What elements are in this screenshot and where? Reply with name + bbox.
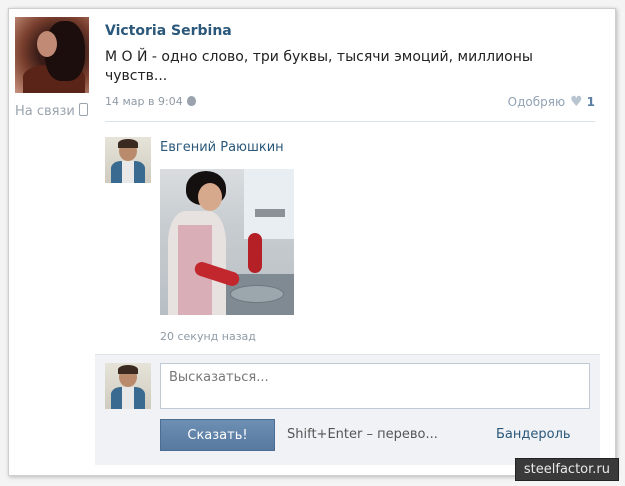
post-card: На связи Victoria Serbina М О Й - одно с…	[8, 8, 616, 476]
heart-icon: ♥	[570, 94, 583, 110]
post-date: 14 мар в 9:04	[105, 95, 196, 108]
apple-icon	[186, 96, 196, 106]
keyboard-hint: Shift+Enter – перево...	[287, 427, 438, 442]
post-author[interactable]: Victoria Serbina	[105, 23, 232, 39]
mobile-phone-icon	[78, 103, 88, 116]
like-count: 1	[586, 95, 595, 109]
reply-input[interactable]	[160, 363, 590, 409]
comment-time[interactable]: 20 секунд назад	[160, 330, 256, 343]
comment-photo[interactable]	[160, 169, 294, 315]
post-date-label[interactable]: 14 мар в 9:04	[105, 95, 183, 108]
divider	[105, 121, 595, 122]
author-avatar[interactable]	[15, 17, 89, 93]
watermark: steelfactor.ru	[514, 458, 619, 481]
comment-author[interactable]: Евгений Раюшкин	[160, 140, 284, 155]
online-status-label: На связи	[15, 104, 75, 119]
like-label: Одобряю	[507, 95, 566, 109]
parcel-link[interactable]: Бандероль	[496, 427, 571, 442]
online-status: На связи	[15, 103, 88, 119]
reply-box: Сказать! Shift+Enter – перево... Бандеро…	[95, 354, 600, 465]
commenter-avatar[interactable]	[105, 137, 151, 183]
like-button[interactable]: Одобряю ♥ 1	[508, 94, 595, 110]
send-button[interactable]: Сказать!	[160, 419, 275, 451]
reply-user-avatar[interactable]	[105, 363, 151, 409]
post-text: М О Й - одно слово, три буквы, тысячи эм…	[105, 49, 533, 84]
